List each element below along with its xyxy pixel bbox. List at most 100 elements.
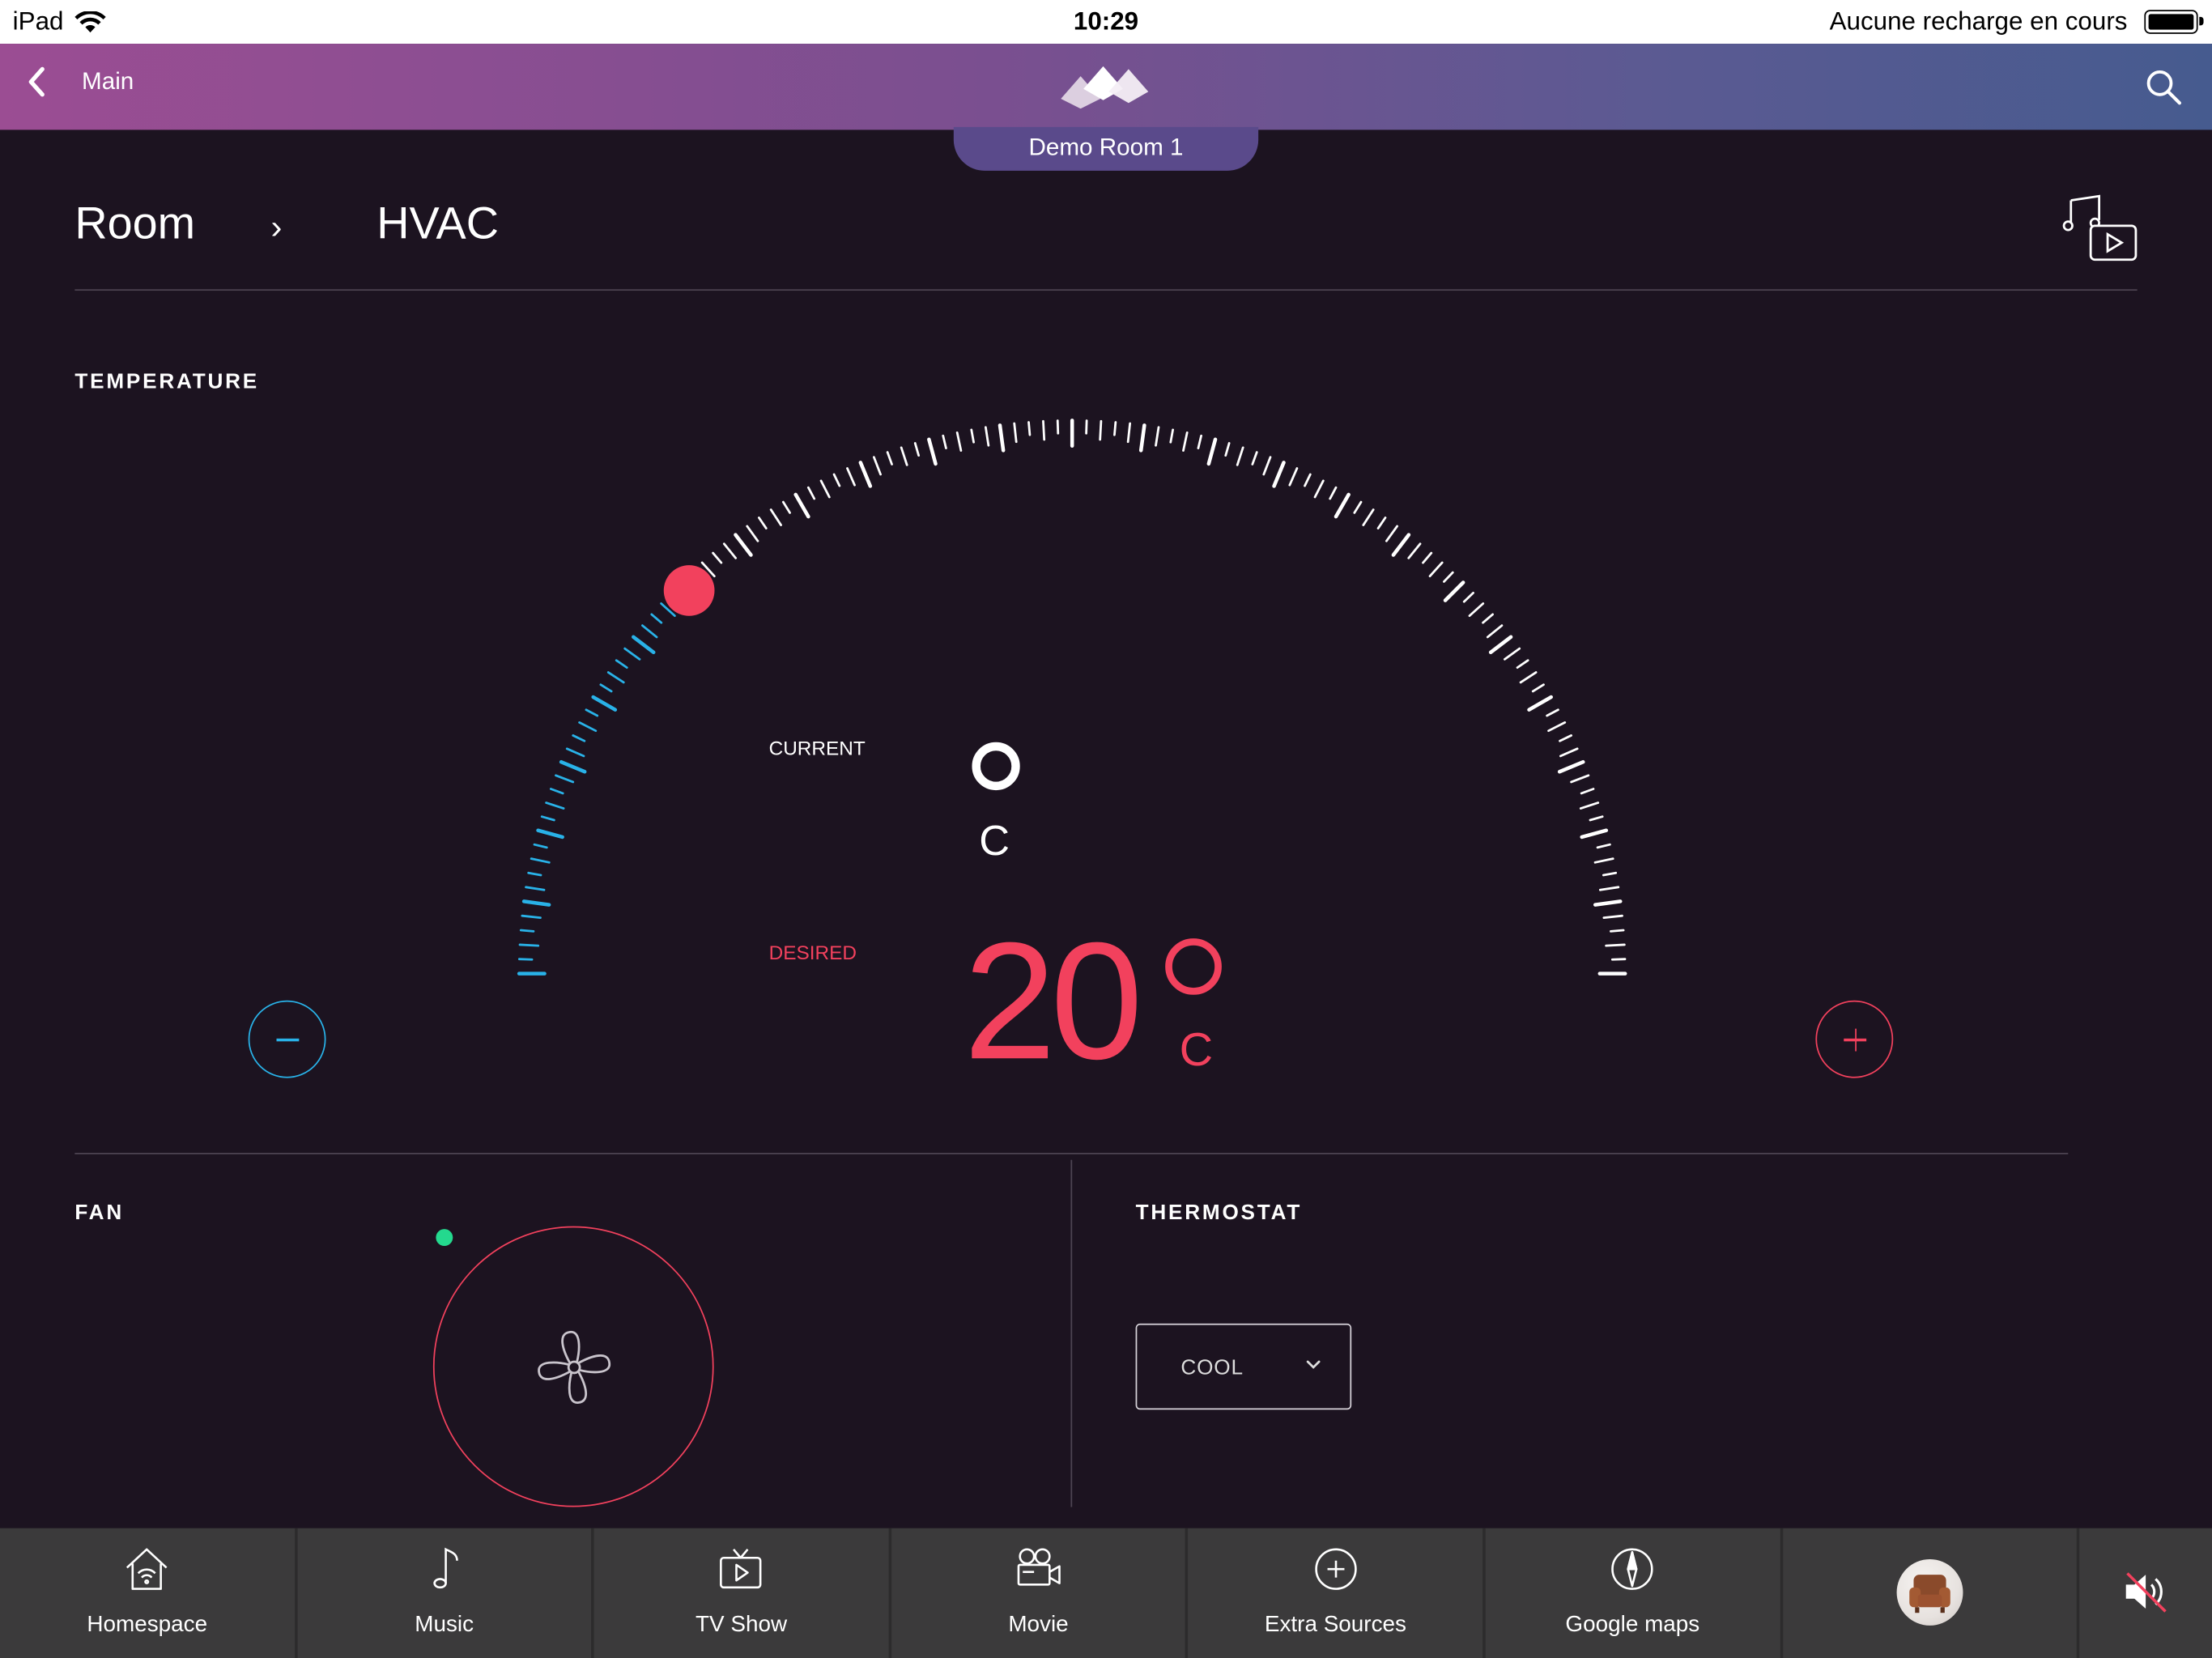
room-tab[interactable]: Demo Room 1 xyxy=(953,126,1259,171)
dial-tick xyxy=(599,683,613,693)
dial-tick xyxy=(1519,671,1538,684)
dial-tick xyxy=(1589,815,1604,822)
dial-tick xyxy=(1443,571,1454,583)
device-name: iPad xyxy=(12,6,64,36)
mute-button[interactable] xyxy=(2079,1528,2211,1658)
dial-tick xyxy=(1602,914,1623,920)
dial-tick xyxy=(536,828,564,840)
dial-tick xyxy=(1422,551,1433,564)
dial-tick xyxy=(1334,492,1351,519)
dial-tick xyxy=(1169,428,1174,444)
thermostat-mode-select[interactable]: COOL xyxy=(1135,1323,1352,1410)
desired-unit: C xyxy=(1179,1022,1214,1076)
dial-tick xyxy=(1488,635,1513,655)
fan-title: FAN xyxy=(74,1201,124,1225)
dial-ticks xyxy=(517,419,1627,976)
desired-degree-icon xyxy=(1165,938,1222,995)
avatar xyxy=(1896,1558,1963,1626)
dial-tick xyxy=(1272,461,1286,488)
dock-label: Google maps xyxy=(1565,1613,1700,1637)
breadcrumb-hvac: HVAC xyxy=(376,198,499,249)
search-icon[interactable] xyxy=(2144,68,2184,108)
dial-tick xyxy=(757,517,768,529)
dial-tick xyxy=(1262,456,1272,476)
status-left: iPad xyxy=(13,7,106,37)
dial-tick xyxy=(722,542,738,559)
decrease-temperature-button[interactable] xyxy=(248,1000,326,1078)
dial-tick xyxy=(1236,446,1244,466)
dial-tick xyxy=(1138,423,1146,453)
dial-tick xyxy=(1557,759,1585,774)
dial-tick xyxy=(927,437,938,466)
dial-tick xyxy=(1362,508,1375,526)
dial-tick xyxy=(1428,561,1444,578)
dial-tick xyxy=(1407,542,1422,559)
dial-tick xyxy=(632,635,656,655)
dial-tick xyxy=(1531,683,1545,693)
dial-tick xyxy=(1197,434,1203,449)
fan-toggle-button[interactable] xyxy=(432,1226,714,1507)
dial-tick xyxy=(572,734,586,742)
back-label: Main xyxy=(82,67,134,95)
chevron-left-icon xyxy=(28,66,45,97)
dial-tick xyxy=(623,647,641,661)
dock-item-profile[interactable] xyxy=(1783,1528,2080,1658)
dial-tick xyxy=(591,695,618,712)
dock-item-google-maps[interactable]: Google maps xyxy=(1486,1528,1783,1658)
current-degree-icon xyxy=(972,742,1020,791)
media-source-icon[interactable] xyxy=(2062,192,2142,266)
dial-tick xyxy=(942,434,947,449)
breadcrumb-room[interactable]: Room xyxy=(74,198,195,249)
dial-tick xyxy=(519,929,535,933)
dock-label: Extra Sources xyxy=(1264,1613,1406,1637)
dock-item-movie[interactable]: Movie xyxy=(891,1528,1189,1658)
dial-tick xyxy=(781,500,791,514)
dial-tick xyxy=(1329,486,1338,500)
dial-tick xyxy=(530,857,551,864)
dial-tick xyxy=(1385,525,1399,542)
dial-tick xyxy=(559,759,587,774)
dial-tick xyxy=(998,423,1006,453)
dial-tick xyxy=(1313,479,1325,499)
dial-tick xyxy=(1546,708,1559,717)
dock-item-homespace[interactable]: Homespace xyxy=(0,1528,297,1658)
dial-tick xyxy=(521,914,542,920)
dial-tick xyxy=(615,659,628,669)
brand-logo-icon xyxy=(1061,66,1149,109)
battery-icon xyxy=(2144,10,2204,34)
tv-icon xyxy=(720,1548,763,1589)
chevron-down-icon xyxy=(1306,1360,1321,1369)
dial-tick xyxy=(1443,580,1465,602)
dial-tick xyxy=(606,671,625,684)
dial-tick xyxy=(517,958,534,961)
dock-label: Movie xyxy=(1008,1613,1069,1637)
dial-tick xyxy=(886,451,893,466)
dial-tick xyxy=(793,492,810,519)
dial-tick xyxy=(1596,843,1611,849)
increase-temperature-button[interactable] xyxy=(1815,1000,1894,1078)
temperature-title: TEMPERATURE xyxy=(74,369,260,394)
dial-tick xyxy=(1224,442,1231,457)
dial-tick xyxy=(1391,533,1411,557)
current-unit: C xyxy=(979,818,1010,865)
dock-item-tv-show[interactable]: TV Show xyxy=(594,1528,891,1658)
dock-item-extra-sources[interactable]: Extra Sources xyxy=(1189,1528,1486,1658)
dial-tick xyxy=(1593,899,1623,907)
thermostat-title: THERMOSTAT xyxy=(1135,1201,1303,1225)
thermostat-mode-value: COOL xyxy=(1180,1356,1244,1380)
dial-tick xyxy=(1468,602,1485,618)
dial-tick xyxy=(1155,426,1160,447)
dock-label: Music xyxy=(415,1613,474,1637)
dial-tick xyxy=(1570,774,1590,784)
dial-tick xyxy=(1486,624,1504,639)
dial-tick xyxy=(1610,958,1627,961)
dial-tick xyxy=(746,525,759,542)
dial-tick xyxy=(1482,613,1494,624)
dial-tick xyxy=(1559,747,1579,758)
dial-tick xyxy=(1126,422,1132,444)
dial-tick xyxy=(641,624,658,639)
dock-item-music[interactable]: Music xyxy=(297,1528,594,1658)
back-button[interactable]: Main xyxy=(25,63,134,100)
dial-tick xyxy=(1462,592,1474,603)
dial-setpoint-knob[interactable] xyxy=(663,565,715,616)
